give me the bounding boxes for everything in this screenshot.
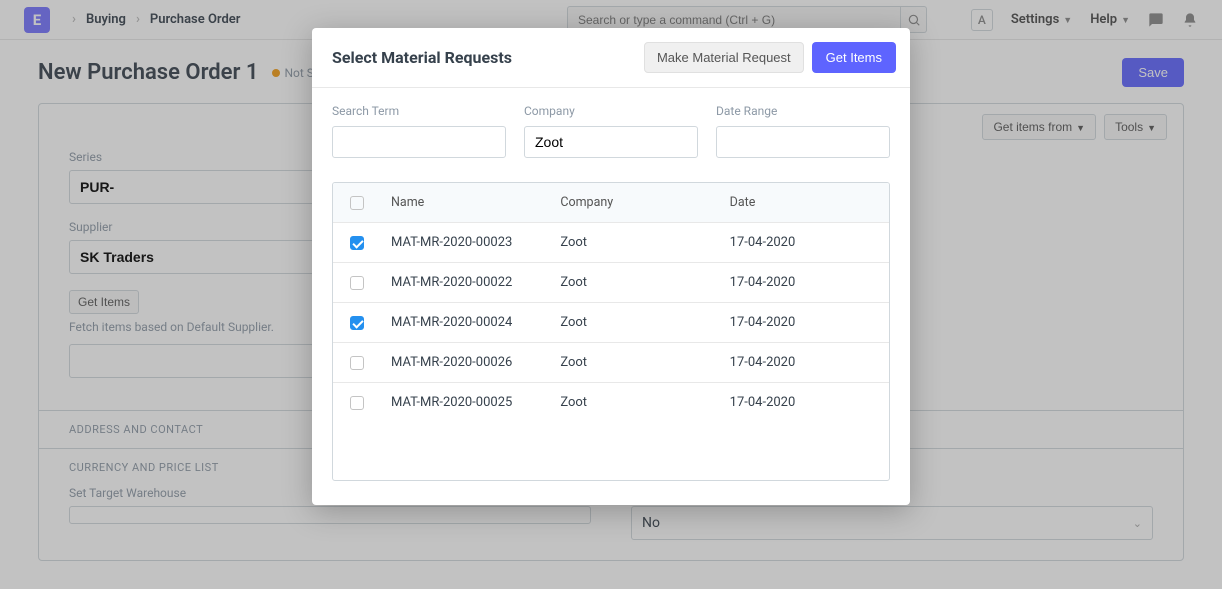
cell-name: MAT-MR-2020-00024 [381,303,550,342]
row-checkbox[interactable] [350,316,364,330]
table-row[interactable]: MAT-MR-2020-00026Zoot17-04-2020 [333,342,889,382]
row-checkbox[interactable] [350,236,364,250]
table-header: Name Company Date [333,183,889,223]
cell-date: 17-04-2020 [720,383,889,422]
cell-company: Zoot [550,343,719,382]
table-body: MAT-MR-2020-00023Zoot17-04-2020MAT-MR-20… [333,223,889,422]
row-checkbox[interactable] [350,356,364,370]
modal-title: Select Material Requests [332,48,512,67]
table-row[interactable]: MAT-MR-2020-00025Zoot17-04-2020 [333,382,889,422]
modal-body: Search Term Company Date Range Name Comp… [312,88,910,505]
modal-header: Select Material Requests Make Material R… [312,28,910,88]
make-material-request-button[interactable]: Make Material Request [644,42,804,73]
select-material-requests-modal: Select Material Requests Make Material R… [312,28,910,505]
modal-overlay: Select Material Requests Make Material R… [0,0,1222,589]
cell-company: Zoot [550,263,719,302]
col-name: Name [381,183,550,222]
cell-name: MAT-MR-2020-00023 [381,223,550,262]
material-request-table: Name Company Date MAT-MR-2020-00023Zoot1… [332,182,890,481]
filter-company-input[interactable] [524,126,698,158]
row-checkbox[interactable] [350,276,364,290]
cell-company: Zoot [550,223,719,262]
cell-date: 17-04-2020 [720,223,889,262]
get-items-modal-button[interactable]: Get Items [812,42,896,73]
cell-name: MAT-MR-2020-00026 [381,343,550,382]
table-padding [333,422,889,480]
col-date: Date [720,183,889,222]
cell-name: MAT-MR-2020-00022 [381,263,550,302]
row-checkbox[interactable] [350,396,364,410]
table-row[interactable]: MAT-MR-2020-00022Zoot17-04-2020 [333,262,889,302]
table-row[interactable]: MAT-MR-2020-00024Zoot17-04-2020 [333,302,889,342]
select-all-checkbox[interactable] [350,196,364,210]
table-row[interactable]: MAT-MR-2020-00023Zoot17-04-2020 [333,223,889,262]
col-company: Company [550,183,719,222]
filter-company-label: Company [524,104,698,118]
filter-date-label: Date Range [716,104,890,118]
cell-date: 17-04-2020 [720,343,889,382]
filter-search-label: Search Term [332,104,506,118]
filter-date: Date Range [716,104,890,158]
cell-date: 17-04-2020 [720,263,889,302]
cell-date: 17-04-2020 [720,303,889,342]
cell-name: MAT-MR-2020-00025 [381,383,550,422]
filter-row: Search Term Company Date Range [332,104,890,158]
filter-search-input[interactable] [332,126,506,158]
cell-company: Zoot [550,383,719,422]
cell-company: Zoot [550,303,719,342]
filter-company: Company [524,104,698,158]
filter-date-input[interactable] [716,126,890,158]
filter-search: Search Term [332,104,506,158]
